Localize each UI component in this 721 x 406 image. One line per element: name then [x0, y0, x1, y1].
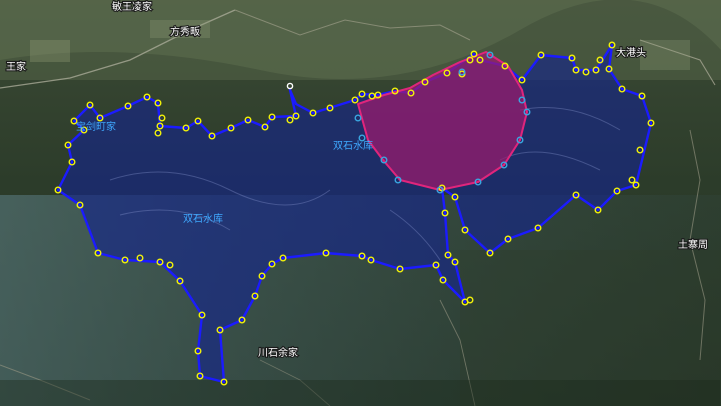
place-label: 大港头 — [616, 46, 646, 59]
satellite-map[interactable]: 敏王凌家 方秀畈 王家 宝剑町家 大港头 土寨周 川石余家 双石水库 双石水库 — [0, 0, 721, 406]
place-label: 宝剑町家 — [76, 120, 116, 133]
reservoir-label: 双石水库 — [183, 212, 223, 225]
place-label: 土寨周 — [678, 238, 708, 251]
map-canvas[interactable]: 敏王凌家 方秀畈 王家 宝剑町家 大港头 土寨周 川石余家 双石水库 双石水库 — [0, 0, 721, 406]
place-label: 敏王凌家 — [112, 0, 152, 13]
place-label: 川石余家 — [258, 346, 298, 359]
place-label: 王家 — [6, 60, 26, 73]
reservoir-label: 双石水库 — [333, 139, 373, 152]
place-label: 方秀畈 — [170, 25, 200, 38]
